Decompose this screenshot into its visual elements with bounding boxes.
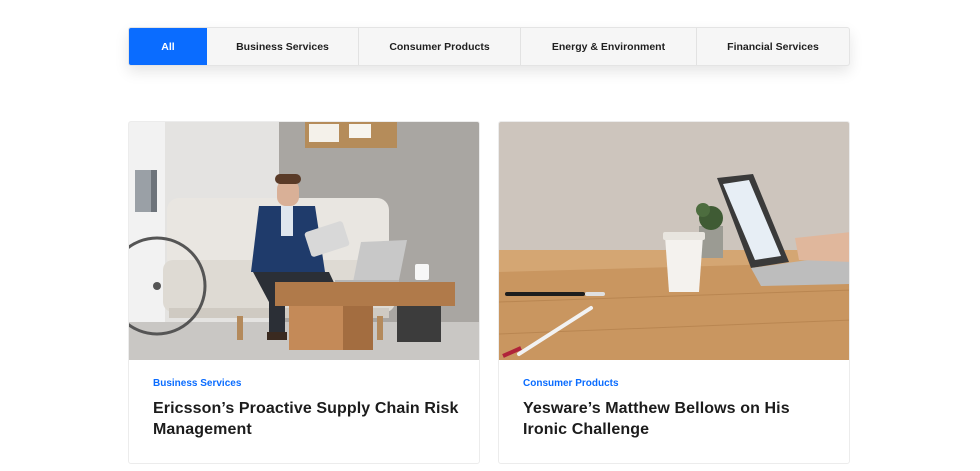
laptop-on-wooden-desk-photo[interactable] <box>499 122 850 360</box>
filter-tab-energy-environment[interactable]: Energy & Environment <box>521 28 697 65</box>
card-category-link[interactable]: Business Services <box>153 378 459 389</box>
article-card[interactable]: Business Services Ericsson’s Proactive S… <box>128 121 480 464</box>
man-on-sofa-with-tablet-photo[interactable] <box>129 122 480 360</box>
card-title[interactable]: Yesware’s Matthew Bellows on His Ironic … <box>523 398 829 440</box>
filter-tab-business-services[interactable]: Business Services <box>207 28 359 65</box>
category-filter-bar: All Business Services Consumer Products … <box>128 27 850 66</box>
article-card[interactable]: Consumer Products Yesware’s Matthew Bell… <box>498 121 850 464</box>
filter-tab-financial-services[interactable]: Financial Services <box>697 28 849 65</box>
card-title[interactable]: Ericsson’s Proactive Supply Chain Risk M… <box>153 398 459 440</box>
filter-tab-all[interactable]: All <box>129 28 207 65</box>
card-category-link[interactable]: Consumer Products <box>523 378 829 389</box>
filter-tab-consumer-products[interactable]: Consumer Products <box>359 28 521 65</box>
